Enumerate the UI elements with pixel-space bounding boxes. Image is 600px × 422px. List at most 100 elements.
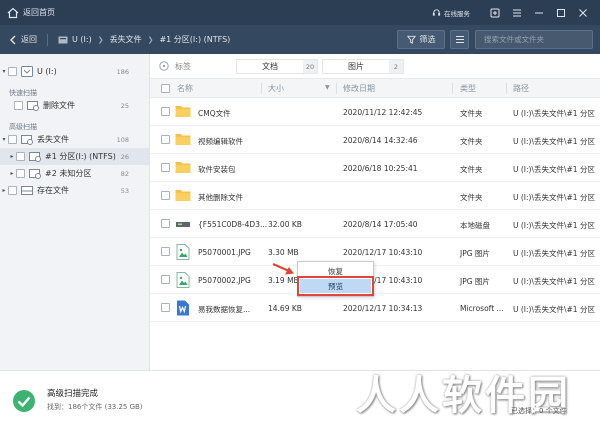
expand-toggle[interactable]: ▸	[8, 153, 16, 160]
file-name: 易我数据恢复...	[198, 305, 251, 314]
file-name: CMQ文件	[198, 109, 231, 118]
table-row[interactable]: 软件安装包 2020/6/18 10:25:41 文件夹 U (I:)\丢失文件\#1…	[150, 154, 600, 182]
deleted-folder-icon	[27, 101, 39, 111]
chevron-left-icon	[10, 35, 16, 44]
drive-icon	[21, 186, 33, 195]
row-checkbox[interactable]	[161, 247, 170, 256]
context-menu-preview[interactable]: 预览	[297, 276, 374, 296]
table-row[interactable]: {F551C0D8-4D3... 32.00 KB 2020/8/14 17:05:…	[150, 210, 600, 238]
image-file-icon	[175, 272, 191, 290]
row-checkbox[interactable]	[161, 303, 170, 312]
chevron-right-icon: ❯	[147, 35, 154, 44]
header-type[interactable]: 类型	[460, 83, 476, 94]
tab-count: 20	[303, 60, 317, 73]
breadcrumb-lost-files[interactable]: 丢失文件	[110, 34, 142, 45]
item-count: 53	[120, 186, 129, 195]
chevron-right-icon: ❯	[97, 35, 104, 44]
minimize-button[interactable]	[528, 0, 550, 25]
home-icon[interactable]	[7, 7, 19, 19]
select-all-checkbox[interactable]	[161, 84, 170, 93]
back-button[interactable]: 返回	[9, 34, 37, 45]
folder-icon	[175, 188, 191, 204]
file-size: 32.00 KB	[268, 220, 302, 229]
file-path: U (I:)\丢失文件\#1 分区	[513, 137, 595, 146]
sidebar-item-existing-files[interactable]: ▸ 存在文件 53	[0, 182, 149, 199]
tag-icon	[159, 61, 169, 71]
item-count: 108	[116, 135, 129, 144]
lost-folder-icon	[21, 135, 33, 145]
tab-documents[interactable]: 文档 20	[236, 59, 318, 74]
row-checkbox[interactable]	[161, 275, 170, 284]
tab-images[interactable]: 图片 2	[322, 59, 404, 74]
checkbox[interactable]	[8, 135, 17, 144]
file-size: 3.30 MB	[268, 248, 299, 257]
online-service-button[interactable]: 在线服务	[432, 8, 470, 18]
file-size: 3.19 MB	[268, 276, 299, 285]
sidebar-item-lost-files[interactable]: ▾ 丢失文件 108	[0, 131, 149, 148]
view-toggle-button[interactable]	[450, 30, 469, 49]
header-path[interactable]: 路径	[513, 83, 529, 94]
context-menu: 恢复 预览	[297, 261, 374, 297]
sidebar-item-partition-1[interactable]: ▸ #1 分区(I:) (NTFS) 26	[0, 148, 149, 165]
file-modified-date: 2020/8/14 17:05:40	[343, 220, 418, 229]
table-row[interactable]: CMQ文件 2020/11/12 12:42:45 文件夹 U (I:)\丢失文件\#…	[150, 98, 600, 126]
checkbox[interactable]	[8, 186, 17, 195]
sidebar-item-partition-2[interactable]: ▸ #2 未知分区 82	[0, 165, 149, 182]
settings-button[interactable]	[484, 0, 506, 25]
breadcrumb-partition[interactable]: #1 分区(I:) (NTFS)	[159, 34, 230, 45]
table-row[interactable]: 视频编辑软件 2020/8/14 14:32:46 文件夹 U (I:)\丢失文件\#…	[150, 126, 600, 154]
checkbox[interactable]	[14, 101, 23, 110]
filter-button[interactable]: 筛选	[397, 30, 445, 49]
expand-toggle[interactable]: ▾	[0, 136, 8, 143]
row-checkbox[interactable]	[161, 107, 170, 116]
back-home-link[interactable]: 返回首页	[23, 7, 55, 18]
file-path: U (I:)\丢失文件\#1 分区	[513, 221, 595, 230]
file-type: JPG 图片	[460, 249, 490, 258]
file-type: 文件夹	[460, 165, 483, 174]
maximize-button[interactable]	[550, 0, 572, 25]
item-count: 186	[116, 67, 129, 76]
context-menu-restore[interactable]: 恢复	[300, 264, 371, 278]
sidebar-item-root[interactable]: ▾ U (I:) 186	[0, 63, 149, 80]
close-button[interactable]	[572, 0, 594, 25]
row-checkbox[interactable]	[161, 219, 170, 228]
file-name: {F551C0D8-4D3...	[198, 220, 268, 229]
expand-toggle[interactable]: ▾	[0, 68, 8, 75]
header-name[interactable]: 名称	[177, 83, 193, 94]
sidebar-item-label: #1 分区(I:) (NTFS)	[45, 152, 116, 161]
table-row[interactable]: 易我数据恢复... 14.69 KB 2020/12/17 10:34:13 Micr…	[150, 294, 600, 322]
filter-icon	[406, 35, 416, 44]
file-size: 14.69 KB	[268, 304, 302, 313]
file-type: JPG 图片	[460, 277, 490, 286]
header-size[interactable]: 大小	[268, 83, 284, 94]
row-checkbox[interactable]	[161, 191, 170, 200]
close-icon	[579, 8, 587, 17]
menu-button[interactable]	[506, 0, 528, 25]
breadcrumb-drive[interactable]: U (I:)	[72, 35, 92, 44]
table-row[interactable]: 其他删除文件 文件夹 U (I:)\丢失文件\#1 分区	[150, 182, 600, 210]
header-modified[interactable]: 修改日期	[343, 83, 375, 94]
expand-toggle[interactable]: ▸	[8, 170, 16, 177]
checkbox[interactable]	[8, 67, 17, 76]
table-row[interactable]: P5070002.JPG 3.19 MB 2020/12/17 10:43:10 JP…	[150, 266, 600, 294]
row-checkbox[interactable]	[161, 163, 170, 172]
file-path: U (I:)\丢失文件\#1 分区	[513, 193, 595, 202]
scan-found-summary: 找到：186个文件 (33.25 GB)	[47, 403, 143, 411]
sidebar-item-deleted-files[interactable]: 删除文件 25	[0, 97, 149, 114]
image-file-icon	[175, 244, 191, 262]
table-row[interactable]: P5070001.JPG 3.30 MB 2020/12/17 10:43:10 JP…	[150, 238, 600, 266]
row-checkbox[interactable]	[161, 135, 170, 144]
file-name: 软件安装包	[198, 165, 236, 174]
sort-desc-icon[interactable]: ▼	[325, 84, 330, 91]
tags-label: 标签	[175, 61, 191, 71]
sidebar-item-label: 丢失文件	[37, 135, 69, 144]
expand-toggle[interactable]: ▸	[0, 187, 8, 194]
file-modified-date: 2020/8/14 14:32:46	[343, 136, 418, 145]
partition-icon	[29, 152, 41, 162]
checkbox[interactable]	[16, 152, 25, 161]
search-input[interactable]: 搜索文件或文件夹	[475, 30, 593, 49]
folder-icon	[175, 132, 191, 148]
file-type: 文件夹	[460, 137, 483, 146]
checkbox[interactable]	[16, 169, 25, 178]
maximize-icon	[557, 8, 565, 17]
